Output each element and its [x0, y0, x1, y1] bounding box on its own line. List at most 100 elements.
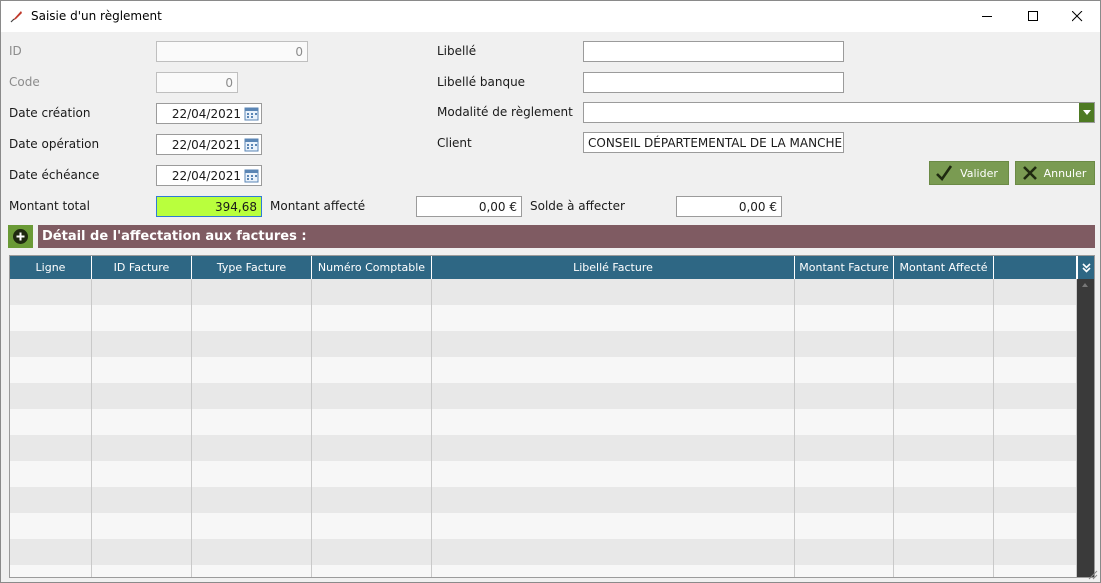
table-cell[interactable] [894, 279, 994, 305]
table-cell[interactable] [994, 357, 1077, 383]
table-cell[interactable] [994, 435, 1077, 461]
table-row[interactable] [10, 305, 1077, 331]
column-header-type-facture[interactable]: Type Facture [192, 256, 312, 279]
table-row[interactable] [10, 279, 1077, 305]
table-cell[interactable] [192, 461, 312, 487]
table-cell[interactable] [432, 305, 795, 331]
table-cell[interactable] [994, 279, 1077, 305]
table-cell[interactable] [994, 539, 1077, 565]
annuler-button[interactable]: Annuler [1015, 161, 1095, 185]
table-row[interactable] [10, 435, 1077, 461]
table-cell[interactable] [432, 461, 795, 487]
table-cell[interactable] [192, 305, 312, 331]
table-cell[interactable] [894, 461, 994, 487]
table-row[interactable] [10, 487, 1077, 513]
column-header-id-facture[interactable]: ID Facture [92, 256, 192, 279]
invoice-table[interactable]: Ligne ID Facture Type Facture Numéro Com… [9, 255, 1095, 578]
table-cell[interactable] [894, 409, 994, 435]
minimize-button[interactable] [964, 1, 1010, 32]
table-cell[interactable] [10, 539, 92, 565]
table-cell[interactable] [994, 513, 1077, 539]
table-cell[interactable] [432, 409, 795, 435]
table-row[interactable] [10, 539, 1077, 565]
date-echeance-field[interactable]: 22/04/2021 [156, 165, 262, 186]
table-cell[interactable] [10, 279, 92, 305]
dropdown-button[interactable] [1079, 103, 1094, 122]
scroll-up-icon[interactable] [1082, 283, 1088, 287]
table-cell[interactable] [192, 435, 312, 461]
table-cell[interactable] [92, 487, 192, 513]
table-cell[interactable] [994, 461, 1077, 487]
table-cell[interactable] [312, 539, 432, 565]
column-header-ligne[interactable]: Ligne [10, 256, 92, 279]
table-cell[interactable] [432, 435, 795, 461]
table-cell[interactable] [10, 435, 92, 461]
table-cell[interactable] [894, 331, 994, 357]
table-cell[interactable] [432, 279, 795, 305]
table-cell[interactable] [312, 461, 432, 487]
valider-button[interactable]: Valider [929, 161, 1009, 185]
table-cell[interactable] [894, 513, 994, 539]
table-cell[interactable] [10, 305, 92, 331]
table-cell[interactable] [192, 383, 312, 409]
table-cell[interactable] [795, 357, 894, 383]
table-cell[interactable] [994, 305, 1077, 331]
client-field[interactable]: CONSEIL DÉPARTEMENTAL DE LA MANCHE [583, 132, 844, 153]
libelle-banque-field[interactable] [583, 72, 844, 93]
table-cell[interactable] [192, 409, 312, 435]
table-cell[interactable] [10, 487, 92, 513]
close-button[interactable] [1054, 1, 1100, 32]
table-cell[interactable] [894, 435, 994, 461]
libelle-field[interactable] [583, 41, 844, 62]
table-cell[interactable] [92, 331, 192, 357]
table-cell[interactable] [894, 357, 994, 383]
montant-affecte-field[interactable]: 0,00 € [416, 196, 522, 217]
table-cell[interactable] [994, 409, 1077, 435]
column-header-libelle-facture[interactable]: Libellé Facture [432, 256, 795, 279]
table-cell[interactable] [312, 487, 432, 513]
table-cell[interactable] [312, 565, 432, 577]
table-cell[interactable] [192, 357, 312, 383]
table-cell[interactable] [894, 487, 994, 513]
table-cell[interactable] [92, 435, 192, 461]
table-cell[interactable] [795, 305, 894, 331]
table-cell[interactable] [894, 383, 994, 409]
table-cell[interactable] [795, 565, 894, 577]
table-cell[interactable] [192, 279, 312, 305]
table-cell[interactable] [92, 357, 192, 383]
add-invoice-button[interactable] [8, 225, 33, 248]
table-cell[interactable] [432, 487, 795, 513]
table-cell[interactable] [994, 331, 1077, 357]
code-field[interactable]: 0 [156, 72, 238, 93]
column-header-montant-facture[interactable]: Montant Facture [795, 256, 894, 279]
table-cell[interactable] [10, 461, 92, 487]
modalite-select[interactable] [583, 102, 1095, 123]
table-cell[interactable] [795, 461, 894, 487]
table-cell[interactable] [312, 357, 432, 383]
table-cell[interactable] [432, 513, 795, 539]
table-row[interactable] [10, 513, 1077, 539]
table-cell[interactable] [10, 513, 92, 539]
table-cell[interactable] [92, 461, 192, 487]
column-header-extra[interactable] [994, 256, 1077, 279]
table-row[interactable] [10, 565, 1077, 577]
table-cell[interactable] [994, 383, 1077, 409]
table-cell[interactable] [795, 513, 894, 539]
table-cell[interactable] [795, 487, 894, 513]
table-cell[interactable] [10, 565, 92, 577]
table-cell[interactable] [432, 383, 795, 409]
table-cell[interactable] [432, 539, 795, 565]
table-cell[interactable] [894, 539, 994, 565]
table-cell[interactable] [795, 409, 894, 435]
table-cell[interactable] [92, 305, 192, 331]
date-operation-field[interactable]: 22/04/2021 [156, 134, 262, 155]
table-cell[interactable] [894, 565, 994, 577]
table-cell[interactable] [10, 331, 92, 357]
table-cell[interactable] [894, 305, 994, 331]
table-cell[interactable] [432, 331, 795, 357]
table-cell[interactable] [10, 383, 92, 409]
montant-total-field[interactable]: 394,68 [156, 196, 262, 217]
calendar-icon[interactable] [244, 168, 259, 183]
table-cell[interactable] [795, 435, 894, 461]
table-row[interactable] [10, 461, 1077, 487]
